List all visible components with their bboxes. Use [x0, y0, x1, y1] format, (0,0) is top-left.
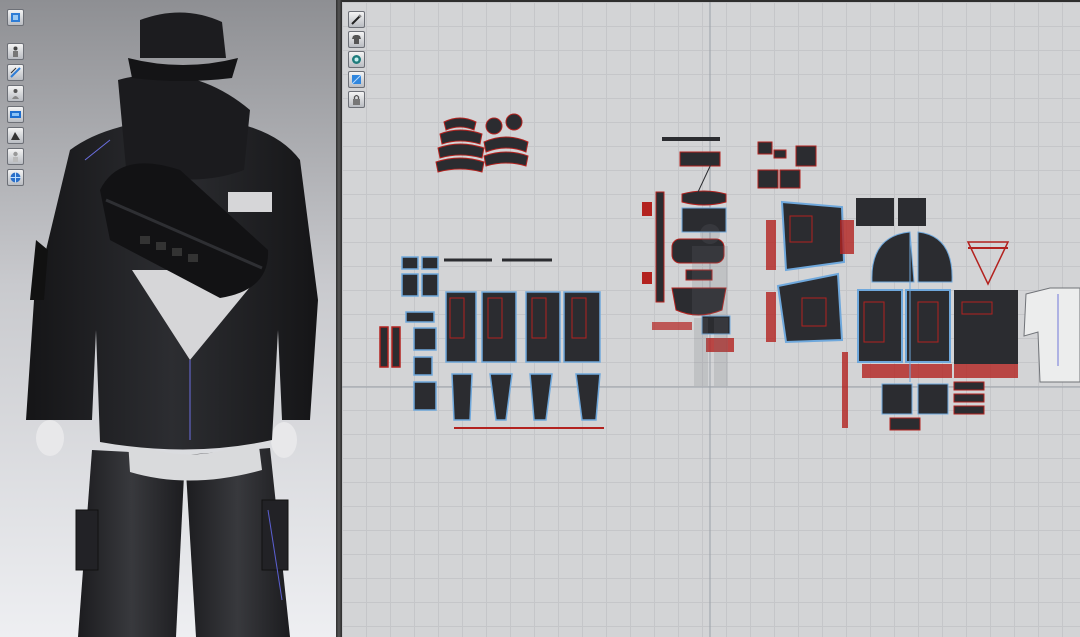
stitch-display-icon[interactable] [7, 64, 24, 81]
t-shirt-piece [1023, 287, 1080, 383]
texture-display-icon[interactable] [7, 106, 24, 123]
avatar-hide-icon[interactable] [7, 148, 24, 165]
2d-pattern-panel[interactable] [342, 0, 1080, 637]
measure-display-icon[interactable] [7, 85, 24, 102]
garment-display-icon[interactable] [348, 31, 365, 48]
3d-toolbar [7, 9, 24, 187]
bucket-hat [128, 12, 238, 81]
pattern-pen-icon[interactable] [348, 11, 365, 28]
2d-toolbar [348, 11, 365, 108]
avatar-display-icon[interactable] [7, 43, 24, 60]
shading-display-icon[interactable] [7, 127, 24, 144]
avatar-garment-render[interactable] [0, 0, 336, 637]
hat-pieces [435, 113, 529, 173]
pants-pieces [379, 256, 604, 429]
globe-render-icon[interactable] [7, 169, 24, 186]
lock-icon[interactable] [348, 91, 365, 108]
sheet-display-icon[interactable] [348, 71, 365, 88]
grade-icon[interactable] [348, 51, 365, 68]
fabric-display-icon[interactable] [7, 9, 24, 26]
3d-view-panel[interactable] [0, 0, 336, 637]
pattern-canvas[interactable] [342, 2, 1080, 637]
